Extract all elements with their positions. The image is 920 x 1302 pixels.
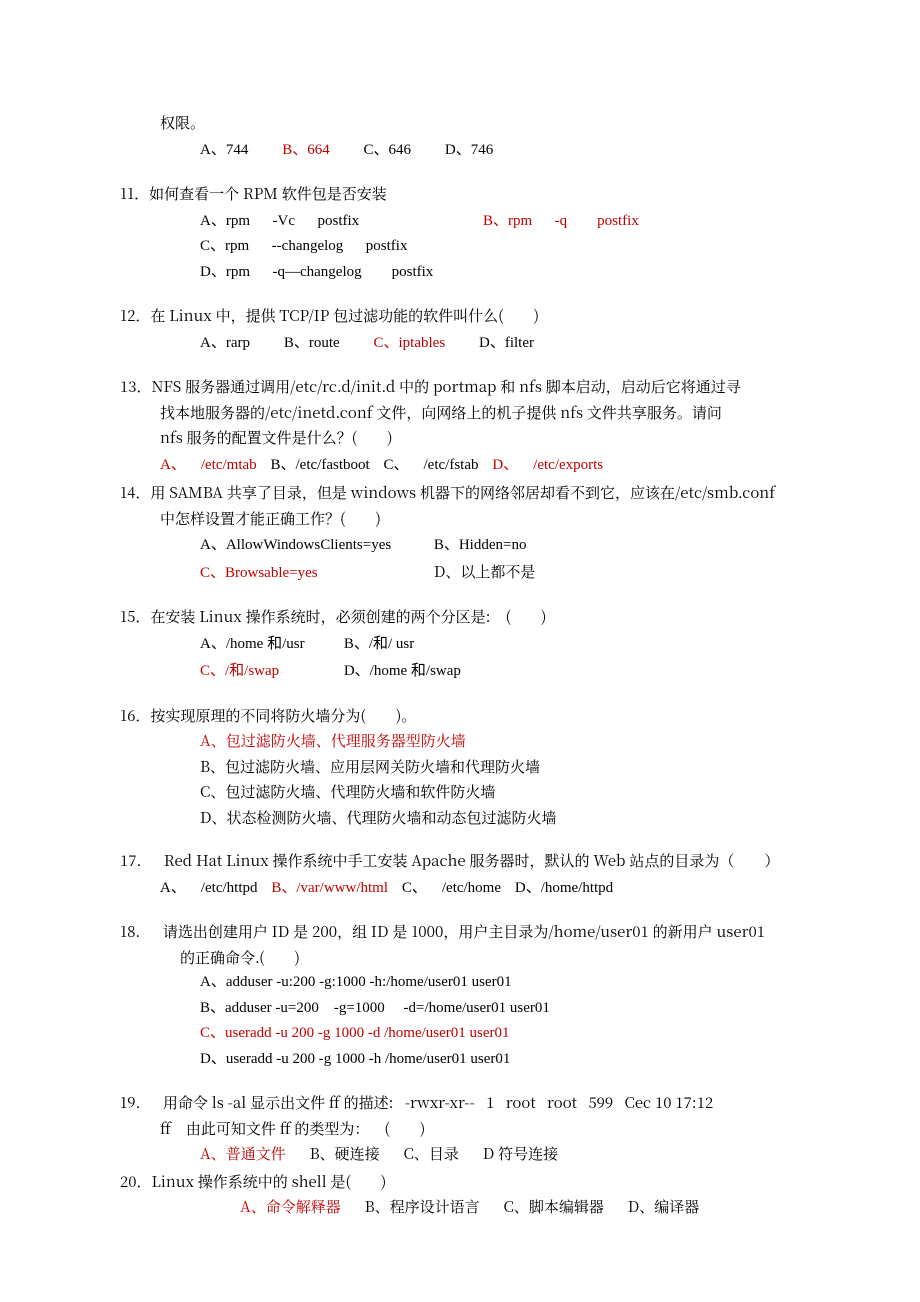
opt-b: B、包过滤防火墙、应用层网关防火墙和代理防火墙 (120, 754, 800, 780)
opt-d: D、 /etc/exports (492, 457, 603, 473)
opt-c: C、目录 (404, 1143, 459, 1164)
opt-d: D、状态检测防火墙、代理防火墙和动态包过滤防火墙 (120, 805, 800, 831)
opt-b: B、/var/www/html (271, 880, 388, 896)
options: A、 /etc/mtab B、/etc/fastboot C、 /etc/fst… (120, 451, 800, 479)
opt-d: D、/home/httpd (515, 880, 613, 896)
opt-d: D、以上都不是 (434, 561, 536, 582)
stem-l1: 19. 用命令 ls -al 显示出文件 ff 的描述: -rwxr-xr-- … (120, 1090, 800, 1116)
stem: 17. Red Hat Linux 操作系统中手工安装 Apache 服务器时，… (120, 848, 800, 874)
opt-c: C、脚本编辑器 (504, 1196, 604, 1217)
opt-c: C、646 (364, 142, 412, 158)
opt-a: A、rpm -Vc postfix (200, 213, 359, 229)
stem-l2: 的正确命令.( ) (120, 945, 800, 971)
stem-l3: nfs 服务的配置文件是什么？( ) (120, 425, 800, 451)
opt-a: A、744 (200, 142, 248, 158)
options: A、744 B、664 C、646 D、746 (120, 136, 800, 164)
opt-a: A、 /etc/httpd (160, 880, 258, 896)
question-10: 权限。 A、744 B、664 C、646 D、746 (120, 110, 800, 163)
opt-d: D、useradd -u 200 -g 1000 -h /home/user01… (120, 1047, 800, 1073)
question-20: 20．Linux 操作系统中的 shell 是( ) A、命令解释器 B、程序设… (120, 1169, 800, 1220)
stem-l2: 中怎样设置才能正确工作？( ) (120, 506, 800, 532)
opt-c: C、/和/swap (200, 659, 340, 685)
opt-a: A、包过滤防火墙、代理服务器型防火墙 (120, 728, 800, 754)
options: A、rarp B、route C、iptables D、filter (120, 329, 800, 357)
opt-b: B、/和/ usr (344, 636, 414, 652)
options: A、命令解释器 B、程序设计语言 C、脚本编辑器 D、编译器 (120, 1194, 800, 1220)
opt-b: B、程序设计语言 (365, 1196, 480, 1217)
options-row1: A、AllowWindowsClients=yes B、Hidden=no (120, 531, 800, 559)
opt-d: D、编译器 (628, 1196, 700, 1217)
options-row2: C、/和/swap D、/home 和/swap (120, 657, 800, 685)
opt-a: A、命令解释器 (240, 1196, 341, 1217)
stem: 11．如何查看一个 RPM 软件包是否安装 (120, 181, 800, 207)
question-15: 15．在安装 Linux 操作系统时，必须创建的两个分区是: ( ) A、/ho… (120, 604, 800, 685)
stem-l2: ff 由此可知文件 ff 的类型为： ( ) (120, 1116, 800, 1142)
question-13: 13．NFS 服务器通过调用/etc/rc.d/init.d 中的 portma… (120, 374, 800, 478)
opt-d: D、746 (445, 142, 493, 158)
opt-a: A、 /etc/mtab (160, 457, 257, 473)
question-14: 14．用 SAMBA 共享了目录，但是 windows 机器下的网络邻居却看不到… (120, 480, 800, 586)
opt-a: A、adduser -u:200 -g:1000 -h:/home/user01… (120, 970, 800, 996)
question-19: 19. 用命令 ls -al 显示出文件 ff 的描述: -rwxr-xr-- … (120, 1090, 800, 1167)
opt-d: D、/home 和/swap (344, 663, 461, 679)
opt-b: B、route (284, 335, 340, 351)
options-row1: A、/home 和/usr B、/和/ usr (120, 630, 800, 658)
options-row2: C、Browsable=yes D、以上都不是 (120, 559, 800, 587)
stem-l1: 13．NFS 服务器通过调用/etc/rc.d/init.d 中的 portma… (120, 374, 800, 400)
question-16: 16．按实现原理的不同将防火墙分为( )。 A、包过滤防火墙、代理服务器型防火墙… (120, 703, 800, 831)
options: A、普通文件 B、硬连接 C、目录 D 符号连接 (120, 1141, 800, 1167)
opt-b: B、硬连接 (310, 1143, 380, 1164)
question-12: 12．在 Linux 中，提供 TCP/IP 包过滤功能的软件叫什么( ) A、… (120, 303, 800, 356)
opt-b: B、adduser -u=200 -g=1000 -d=/home/user01… (120, 996, 800, 1022)
opt-b: B、/etc/fastboot (271, 457, 370, 473)
opt-c: C、useradd -u 200 -g 1000 -d /home/user01… (120, 1021, 800, 1047)
question-18: 18. 请选出创建用户 ID 是 200，组 ID 是 1000，用户主目录为/… (120, 919, 800, 1072)
stem: 15．在安装 Linux 操作系统时，必须创建的两个分区是: ( ) (120, 604, 800, 630)
opt-a: A、rarp (200, 335, 250, 351)
stem: 20．Linux 操作系统中的 shell 是( ) (120, 1169, 800, 1195)
question-11: 11．如何查看一个 RPM 软件包是否安装 A、rpm -Vc postfix … (120, 181, 800, 285)
stem-l1: 14．用 SAMBA 共享了目录，但是 windows 机器下的网络邻居却看不到… (120, 480, 800, 506)
opt-b: B、rpm -q postfix (483, 213, 639, 229)
opt-a: A、AllowWindowsClients=yes (200, 533, 430, 559)
opt-a: A、普通文件 (200, 1143, 286, 1164)
stem: 12．在 Linux 中，提供 TCP/IP 包过滤功能的软件叫什么( ) (120, 303, 800, 329)
opt-a: A、/home 和/usr (200, 632, 340, 658)
stem-l1: 18. 请选出创建用户 ID 是 200，组 ID 是 1000，用户主目录为/… (120, 919, 800, 945)
opt-b: B、664 (282, 142, 330, 158)
opt-c: C、Browsable=yes (200, 561, 430, 587)
opt-c: C、包过滤防火墙、代理防火墙和软件防火墙 (120, 779, 800, 805)
options: A、 /etc/httpd B、/var/www/html C、 /etc/ho… (120, 874, 800, 902)
opt-d: D、filter (479, 335, 534, 351)
stem-cont: 权限。 (120, 110, 800, 136)
opt-b: B、Hidden=no (434, 537, 527, 553)
opt-d: D 符号连接 (483, 1143, 558, 1164)
opt-c: C、 /etc/home (402, 880, 501, 896)
question-17: 17. Red Hat Linux 操作系统中手工安装 Apache 服务器时，… (120, 848, 800, 901)
opt-d: D、rpm -q—changelog postfix (120, 260, 800, 286)
stem: 16．按实现原理的不同将防火墙分为( )。 (120, 703, 800, 729)
stem-l2: 找本地服务器的/etc/inetd.conf 文件，向网络上的机子提供 nfs … (120, 400, 800, 426)
options-row1: A、rpm -Vc postfix B、rpm -q postfix (120, 207, 800, 235)
opt-c: C、 /etc/fstab (384, 457, 479, 473)
opt-c: C、rpm --changelog postfix (120, 234, 800, 260)
opt-c: C、iptables (374, 335, 446, 351)
